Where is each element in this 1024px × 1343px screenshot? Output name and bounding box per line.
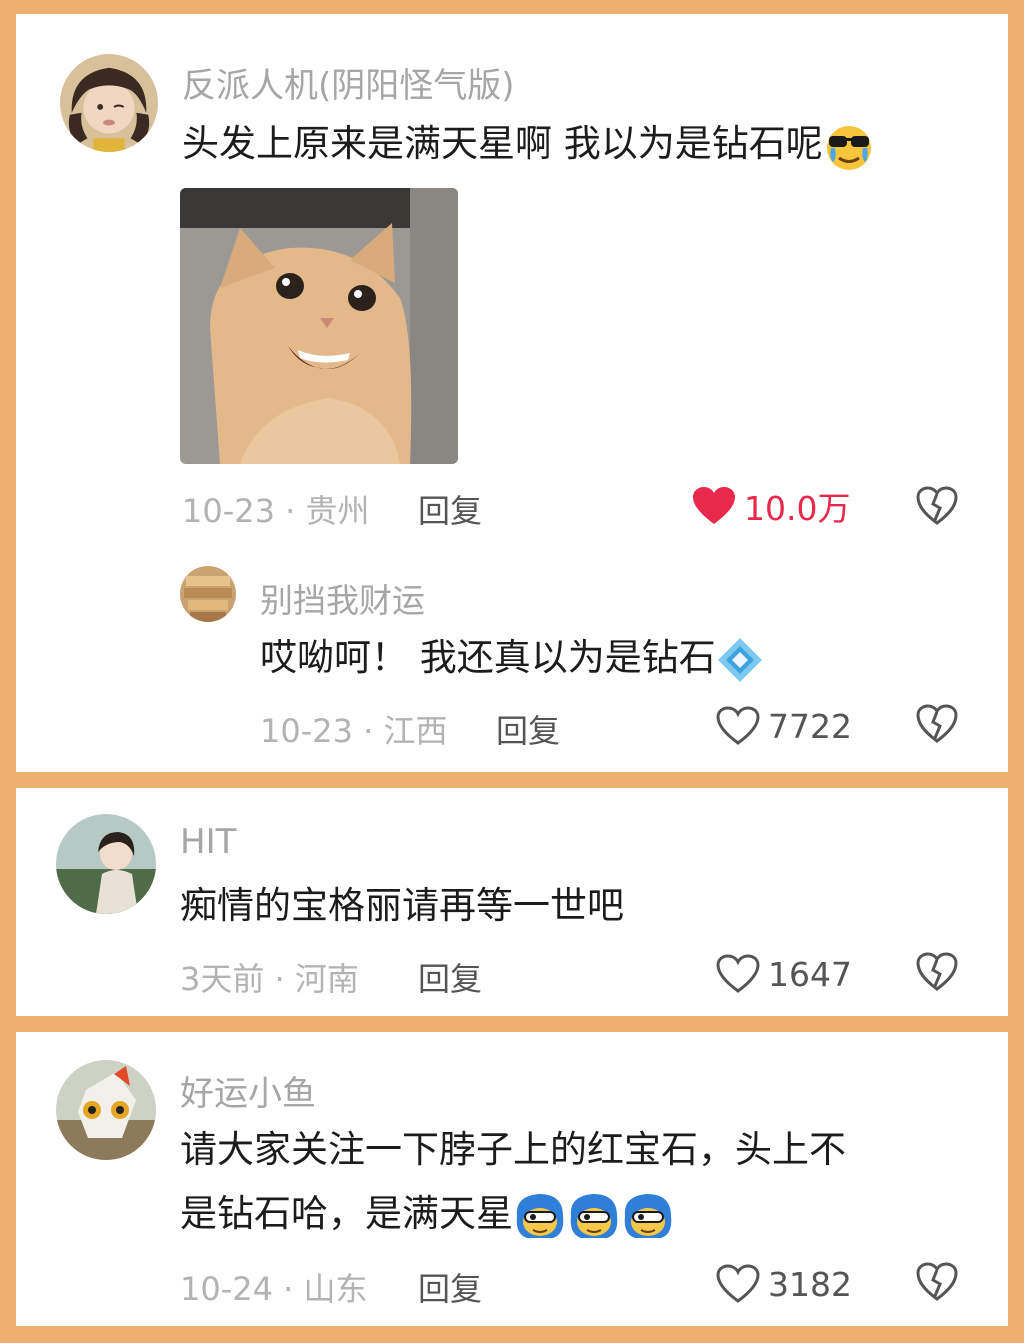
reply-button[interactable]: 回复 <box>496 706 560 752</box>
comment-card: HIT 痴情的宝格丽请再等一世吧 3天前 · 河南 回复 1647 <box>16 788 1008 1016</box>
comment-text: 请大家关注一下脖子上的红宝石，头上不 是钻石哈，是满天星 <box>180 1118 846 1246</box>
username[interactable]: 别挡我财运 <box>260 574 425 622</box>
avatar[interactable] <box>60 54 158 152</box>
like-count: 1647 <box>768 954 852 994</box>
comment-meta: 3天前 · 河南 <box>180 960 359 998</box>
reply-button[interactable]: 回复 <box>418 486 482 532</box>
reply-button[interactable]: 回复 <box>418 954 482 1000</box>
comment-card: 好运小鱼 请大家关注一下脖子上的红宝石，头上不 是钻石哈，是满天星 10-24 … <box>16 1032 1008 1326</box>
diamond-emoji <box>717 637 762 682</box>
heart-outline-icon <box>716 1264 760 1303</box>
blue-hair-face-emoji <box>516 1193 564 1238</box>
smiling-cat-photo[interactable] <box>180 188 458 464</box>
avatar[interactable] <box>56 814 156 914</box>
heart-outline-icon <box>716 706 760 745</box>
avatar[interactable] <box>56 1060 156 1160</box>
comment-text: 痴情的宝格丽请再等一世吧 <box>180 884 624 927</box>
broken-heart-icon[interactable] <box>916 486 958 526</box>
sunglasses-crying-emoji <box>826 125 871 170</box>
like-count: 10.0万 <box>744 489 851 528</box>
comment-meta: 10-23 · 贵州 <box>182 492 370 530</box>
avatar[interactable] <box>180 566 236 622</box>
like-button[interactable]: 3182 <box>716 1262 852 1306</box>
blue-hair-face-emoji <box>570 1193 618 1238</box>
username[interactable]: 反派人机(阴阳怪气版) <box>182 58 515 107</box>
like-button[interactable]: 10.0万 <box>692 484 850 528</box>
reply-button[interactable]: 回复 <box>418 1264 482 1310</box>
like-button[interactable]: 7722 <box>716 704 852 748</box>
comment-meta: 10-23 · 江西 <box>260 712 448 750</box>
like-count: 3182 <box>768 1264 852 1304</box>
heart-outline-icon <box>716 954 760 993</box>
broken-heart-icon[interactable] <box>916 704 958 744</box>
comment-card: 反派人机(阴阳怪气版) 头发上原来是满天星啊 我以为是钻石呢 10-23 · 贵… <box>16 14 1008 772</box>
heart-filled-icon <box>693 487 735 524</box>
comment-text-line: 是钻石哈，是满天星 <box>180 1182 846 1246</box>
broken-heart-icon[interactable] <box>916 952 958 992</box>
username[interactable]: HIT <box>180 822 236 862</box>
broken-heart-icon[interactable] <box>916 1262 958 1302</box>
like-button[interactable]: 1647 <box>716 952 852 996</box>
like-count: 7722 <box>768 706 852 746</box>
username[interactable]: 好运小鱼 <box>180 1066 316 1115</box>
comment-text-line: 请大家关注一下脖子上的红宝石，头上不 <box>180 1128 846 1171</box>
comment-text: 哎呦呵！ 我还真以为是钻石 <box>260 626 764 690</box>
comment-meta: 10-24 · 山东 <box>180 1270 368 1308</box>
comment-text: 头发上原来是满天星啊 我以为是钻石呢 <box>182 112 875 176</box>
blue-hair-face-emoji <box>624 1193 672 1238</box>
